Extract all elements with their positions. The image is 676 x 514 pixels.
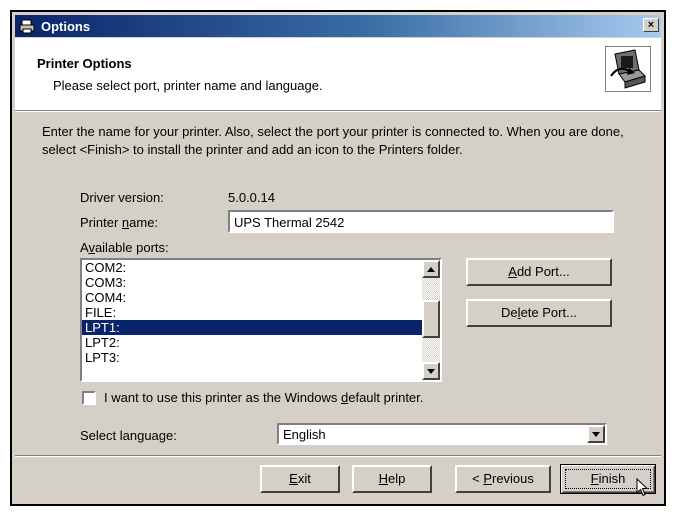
previous-button[interactable]: < Previous bbox=[455, 465, 551, 493]
port-list-item[interactable]: LPT3: bbox=[82, 350, 422, 365]
close-icon: × bbox=[647, 19, 655, 31]
ports-listbox[interactable]: COM2: COM3: COM4: FILE: LPT1: LPT2: LPT3: bbox=[80, 258, 442, 382]
language-label: Select language: bbox=[80, 428, 177, 443]
add-port-button[interactable]: Add Port... bbox=[466, 258, 612, 286]
title-bar[interactable]: Options × bbox=[15, 15, 661, 37]
port-list-item[interactable]: LPT2: bbox=[82, 335, 422, 350]
port-list-item[interactable]: FILE: bbox=[82, 305, 422, 320]
printer-name-label: Printer name: bbox=[80, 215, 159, 230]
chevron-down-icon bbox=[592, 431, 600, 437]
close-button[interactable]: × bbox=[643, 18, 659, 32]
language-dropdown-button[interactable] bbox=[587, 425, 605, 443]
footer-separator bbox=[15, 455, 661, 457]
scroll-thumb[interactable] bbox=[422, 300, 440, 338]
port-list-item[interactable]: COM3: bbox=[82, 275, 422, 290]
exit-button[interactable]: Exit bbox=[260, 465, 340, 493]
mouse-cursor-icon bbox=[636, 478, 649, 497]
page-subtitle: Please select port, printer name and lan… bbox=[53, 78, 323, 93]
port-list-item[interactable]: COM2: bbox=[82, 260, 422, 275]
printer-name-field[interactable]: UPS Thermal 2542 bbox=[228, 210, 614, 233]
port-list-item[interactable]: LPT1: bbox=[82, 320, 422, 335]
driver-version-label: Driver version: bbox=[80, 190, 164, 205]
ports-list: COM2: COM3: COM4: FILE: LPT1: LPT2: LPT3: bbox=[82, 260, 422, 365]
scroll-down-button[interactable] bbox=[422, 362, 440, 380]
scroll-up-button[interactable] bbox=[422, 260, 440, 278]
options-dialog: Options × Printer Options Please select … bbox=[10, 10, 666, 506]
ports-scrollbar[interactable] bbox=[422, 260, 440, 380]
default-printer-label: I want to use this printer as the Window… bbox=[104, 390, 424, 405]
printer-app-icon bbox=[19, 18, 35, 34]
available-ports-label: Available ports: bbox=[80, 240, 169, 255]
delete-port-button[interactable]: Delete Port... bbox=[466, 299, 612, 327]
window-title: Options bbox=[41, 18, 91, 34]
wizard-header: Printer Options Please select port, prin… bbox=[15, 38, 661, 110]
default-printer-checkbox[interactable] bbox=[82, 391, 96, 405]
down-arrow-icon bbox=[427, 368, 435, 374]
printer-install-icon bbox=[605, 46, 651, 92]
port-list-item[interactable]: COM4: bbox=[82, 290, 422, 305]
instructions-text: Enter the name for your printer. Also, s… bbox=[42, 124, 624, 157]
header-separator bbox=[15, 110, 661, 112]
driver-version-value: 5.0.0.14 bbox=[228, 190, 275, 205]
page-title: Printer Options bbox=[37, 56, 132, 71]
language-value: English bbox=[283, 427, 326, 442]
language-select[interactable]: English bbox=[277, 423, 607, 445]
help-button[interactable]: Help bbox=[352, 465, 432, 493]
up-arrow-icon bbox=[427, 266, 435, 272]
